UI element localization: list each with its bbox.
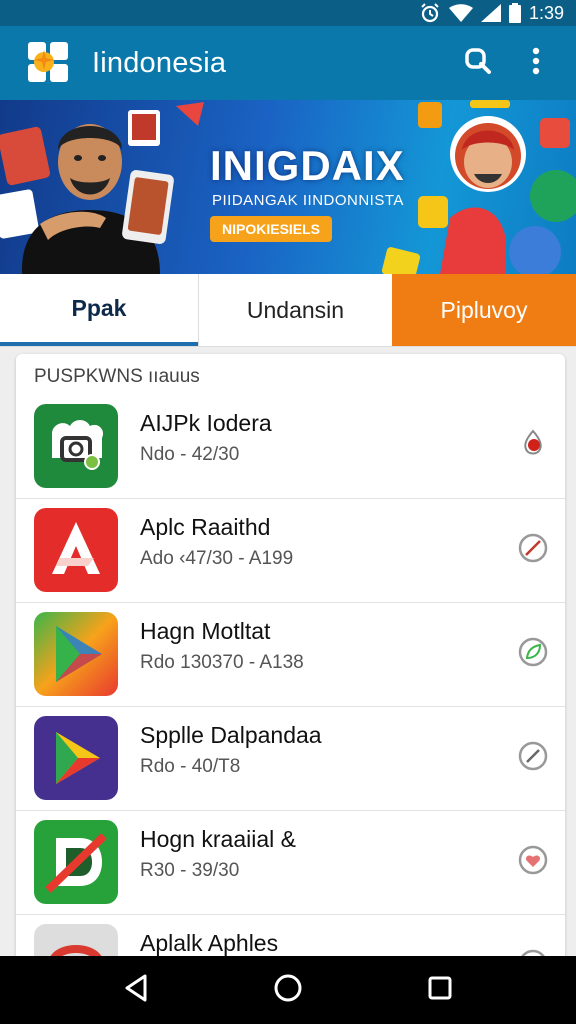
wifi-icon bbox=[448, 4, 473, 22]
banner-title: INIGDAIX bbox=[210, 142, 405, 189]
app-name: Aplalk Aphles bbox=[140, 930, 279, 956]
slash-circle-icon[interactable] bbox=[516, 531, 550, 565]
app-title: Iindonesia bbox=[92, 46, 227, 79]
search-icon bbox=[463, 46, 493, 81]
heart-circle-icon[interactable] bbox=[516, 843, 550, 877]
leaf-circle-icon[interactable] bbox=[516, 635, 550, 669]
tab-pipluvoy[interactable]: Pipluvoy bbox=[392, 274, 576, 346]
recents-square-icon bbox=[427, 975, 453, 1006]
app-name: Hagn Motltat bbox=[140, 618, 271, 644]
app-name: Hogn kraaiial & bbox=[140, 826, 296, 852]
app-list-card: PUSPKWNS ııauus AIJPk Iodera Ndo - 42/30 bbox=[16, 354, 565, 964]
green-d-app-icon bbox=[34, 820, 118, 904]
recents-button[interactable] bbox=[420, 970, 460, 1010]
app-meta: Ado ‹47/30 - A199 bbox=[140, 548, 294, 569]
list-header: PUSPKWNS ııauus bbox=[34, 366, 200, 387]
home-circle-icon bbox=[273, 973, 303, 1008]
promo-banner[interactable]: INIGDAIX PIIDANGAK IINDONNISTA NIPOKIESI… bbox=[0, 100, 576, 274]
list-item[interactable]: Aplc Raaithd Ado ‹47/30 - A199 bbox=[16, 498, 565, 603]
status-time: 1:39 bbox=[528, 2, 564, 23]
alarm-icon bbox=[419, 3, 441, 23]
list-item[interactable]: Spplle Dalpandaa Rdo - 40/T8 bbox=[16, 706, 565, 811]
list-item[interactable]: AIJPk Iodera Ndo - 42/30 bbox=[16, 394, 565, 499]
app-name: Spplle Dalpandaa bbox=[140, 722, 322, 748]
app-name: AIJPk Iodera bbox=[140, 410, 272, 436]
app-meta: Ndo - 42/30 bbox=[140, 444, 240, 465]
app-meta: Rdo 130370 - A138 bbox=[140, 652, 304, 673]
play-triangle-app-icon bbox=[34, 612, 118, 696]
back-button[interactable] bbox=[116, 970, 156, 1010]
tab-bar: Ppak Undansin Pipluvoy bbox=[0, 274, 576, 347]
app-name: Aplc Raaithd bbox=[140, 514, 271, 540]
app-bar: Iindonesia bbox=[0, 26, 576, 100]
more-vert-icon bbox=[532, 47, 540, 80]
banner-subtitle: PIIDANGAK IINDONNISTA bbox=[212, 192, 404, 209]
app-meta: Rdo - 40/T8 bbox=[140, 756, 241, 777]
tab-ppak[interactable]: Ppak bbox=[0, 274, 198, 346]
list-item[interactable]: Hogn kraaiial & R30 - 39/30 bbox=[16, 810, 565, 915]
status-bar: 1:39 bbox=[0, 0, 576, 26]
home-button[interactable] bbox=[268, 970, 308, 1010]
purple-play-app-icon bbox=[34, 716, 118, 800]
cell-signal-icon bbox=[480, 4, 501, 22]
map-pin-icon[interactable] bbox=[516, 427, 550, 461]
camera-app-icon bbox=[34, 404, 118, 488]
slash-circle-icon[interactable] bbox=[516, 739, 550, 773]
search-button[interactable] bbox=[456, 41, 500, 85]
app-meta: R30 - 39/30 bbox=[140, 860, 240, 881]
tab-undansin[interactable]: Undansin bbox=[198, 274, 392, 346]
red-a-app-icon bbox=[34, 508, 118, 592]
battery-icon bbox=[508, 3, 521, 23]
banner-badge[interactable]: NIPOKIESIELS bbox=[210, 216, 333, 242]
back-triangle-icon bbox=[123, 974, 149, 1007]
overflow-menu-button[interactable] bbox=[514, 41, 558, 85]
list-item[interactable]: Hagn Motltat Rdo 130370 - A138 bbox=[16, 602, 565, 707]
app-logo-icon bbox=[22, 40, 72, 86]
system-nav-bar bbox=[0, 956, 576, 1024]
